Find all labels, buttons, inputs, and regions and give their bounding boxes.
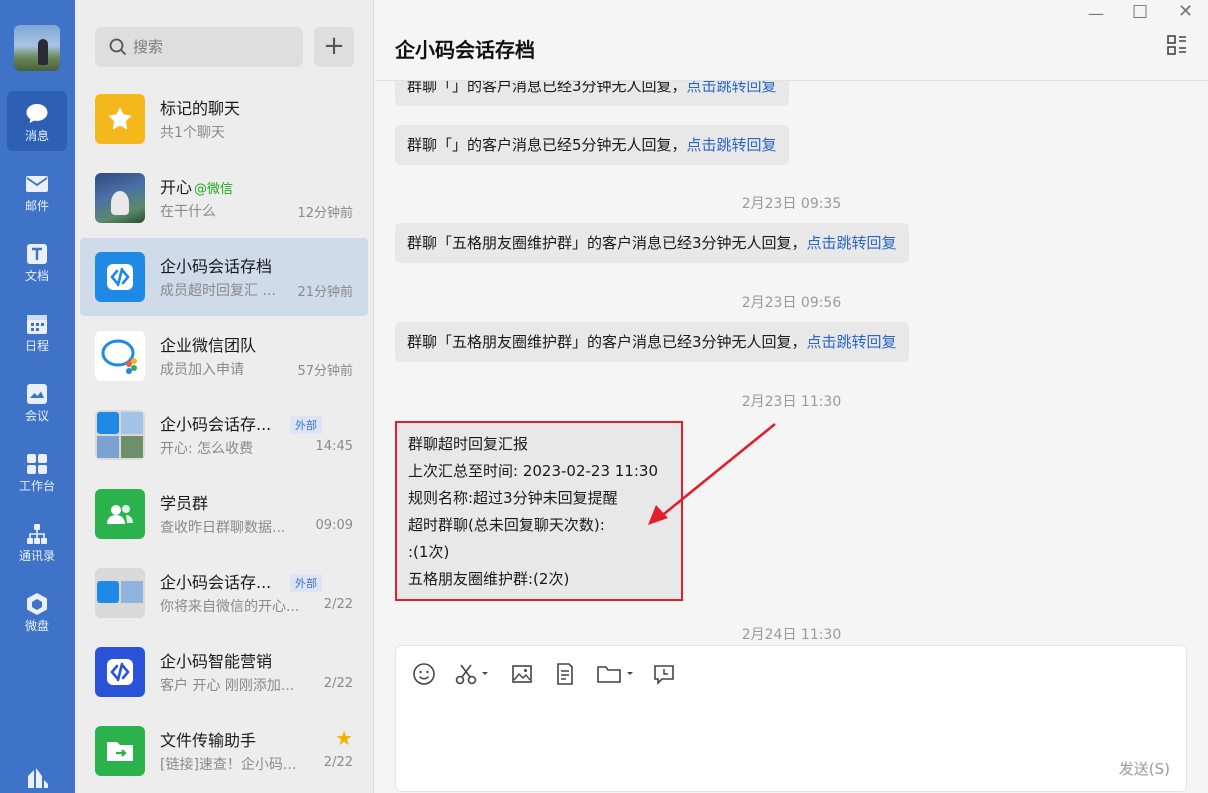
report-line: 群聊超时回复汇报 (408, 435, 529, 453)
nav-calendar[interactable]: 日程 (7, 301, 67, 361)
emoji-icon[interactable] (410, 660, 438, 688)
report-line: 规则名称:超过3分钟未回复提醒 (408, 489, 618, 507)
search-box[interactable] (95, 27, 303, 67)
people-icon (107, 505, 133, 524)
wecom-logo-icon (101, 339, 137, 374)
message-bubble: 群聊「」的客户消息已经3分钟无人回复，点击跳转回复 (395, 81, 789, 106)
report-line: :(1次) (408, 543, 450, 561)
calendar-icon (27, 315, 47, 334)
maximize-icon[interactable]: ☐ (1132, 2, 1148, 23)
external-tag: 外部 (290, 416, 322, 434)
star-icon: ★ (335, 726, 353, 750)
nav-meeting[interactable]: 会议 (7, 371, 67, 431)
bottom-chart-icon[interactable] (25, 764, 51, 790)
conversation-list: + 标记的聊天 共1个聊天 开心@微信 在干什么 12分钟前 企小码会话存档 成… (75, 0, 374, 793)
close-icon[interactable]: ✕ (1178, 1, 1193, 22)
avatar (95, 173, 145, 223)
list-item[interactable]: 学员群 查收昨日群聊数据... 09:09 (75, 475, 374, 553)
nav-docs[interactable]: 文档 (7, 231, 67, 291)
nav-workbench[interactable]: 工作台 (7, 441, 67, 501)
meeting-icon (27, 384, 47, 404)
search-input[interactable] (133, 27, 293, 67)
message-input-box[interactable]: 发送(S) (395, 645, 1187, 792)
jump-reply-link[interactable]: 点击跳转回复 (807, 234, 897, 252)
mail-icon (26, 176, 48, 192)
group-avatar (95, 568, 145, 618)
folder-arrow-icon (107, 742, 133, 761)
chat-panel: — ☐ ✕ 企小码会话存档 群聊「」的客户消息已经3分钟无人回复，点击跳转回复 … (375, 0, 1208, 793)
workbench-icon (27, 454, 47, 474)
message-bubble: 群聊「五格朋友圈维护群」的客户消息已经3分钟无人回复，点击跳转回复 (395, 223, 909, 263)
jump-reply-link[interactable]: 点击跳转回复 (687, 81, 777, 95)
list-item[interactable]: 企业微信团队 成员加入申请 57分钟前 (75, 317, 374, 395)
contact-name: 开心 (160, 178, 193, 197)
list-item[interactable]: 文件传输助手 ★ [链接]速查！企小码... 2/22 (75, 712, 374, 790)
app-window: 消息 邮件 文档 日程 会议 工作台 通讯录 微盘 搜索 + 标记的聊天 共1个… (0, 0, 1208, 793)
timestamp: 2月24日 11:30 (741, 627, 842, 643)
timestamp: 2月23日 09:56 (741, 295, 842, 311)
cloud-disk-icon (27, 593, 47, 615)
left-nav: 消息 邮件 文档 日程 会议 工作台 通讯录 微盘 (0, 0, 75, 793)
chat-history-icon[interactable] (650, 660, 678, 688)
group-avatar (95, 489, 145, 539)
screenshot-scissors-icon[interactable] (452, 660, 492, 688)
chat-title: 企小码会话存档 (395, 38, 535, 62)
contacts-icon (27, 524, 47, 544)
message-icon (26, 104, 48, 123)
list-item[interactable]: 企小码智能营销 客户 开心 刚刚添加... 2/22 (75, 633, 374, 711)
list-item-selected[interactable]: 企小码会话存档 成员超时回复汇 ... 21分钟前 (80, 238, 368, 316)
send-button[interactable]: 发送(S) (1119, 758, 1170, 779)
list-item[interactable]: 开心 @微信 在干什么 12分钟前 (75, 159, 374, 237)
file-icon[interactable] (551, 660, 579, 688)
report-line: 五格朋友圈维护群:(2次) (408, 570, 570, 588)
list-item[interactable]: 标记的聊天 共1个聊天 (75, 80, 374, 158)
message-area: 群聊「」的客户消息已经3分钟无人回复，点击跳转回复 群聊「」的客户消息已经5分钟… (375, 81, 1208, 644)
image-icon[interactable] (508, 660, 536, 688)
more-menu-icon[interactable] (1167, 35, 1187, 55)
group-avatar (95, 410, 145, 460)
code-avatar (95, 647, 145, 697)
message-bubble: 群聊「五格朋友圈维护群」的客户消息已经3分钟无人回复，点击跳转回复 (395, 322, 909, 362)
nav-contacts[interactable]: 通讯录 (7, 511, 67, 571)
timestamp: 2月23日 11:30 (741, 394, 842, 410)
report-line: 超时群聊(总未回复聊天次数): (408, 516, 605, 534)
nav-messages[interactable]: 消息 (7, 91, 67, 151)
jump-reply-link[interactable]: 点击跳转回复 (807, 333, 897, 351)
folder-icon[interactable] (594, 660, 638, 688)
message-bubble: 群聊「」的客户消息已经5分钟无人回复，点击跳转回复 (395, 125, 789, 165)
add-button[interactable]: + (314, 27, 354, 67)
wechat-tag: @微信 (194, 182, 234, 197)
file-transfer-avatar (95, 726, 145, 776)
report-message: 群聊超时回复汇报 上次汇总至时间: 2023-02-23 11:30 规则名称:… (395, 421, 683, 601)
code-icon (107, 659, 133, 685)
search-icon (109, 38, 127, 56)
star-icon (108, 107, 132, 130)
nav-mail[interactable]: 邮件 (7, 161, 67, 221)
minimize-icon[interactable]: — (1088, 4, 1104, 23)
avatar[interactable] (14, 25, 60, 71)
external-tag: 外部 (290, 574, 322, 592)
wecom-avatar (95, 331, 145, 381)
code-avatar (95, 252, 145, 302)
nav-cloud-disk[interactable]: 微盘 (7, 581, 67, 641)
list-item[interactable]: 企小码会话存... 外部 开心: 怎么收费 14:45 (75, 396, 374, 474)
star-avatar (95, 94, 145, 144)
report-line: 上次汇总至时间: 2023-02-23 11:30 (408, 462, 658, 480)
document-icon (27, 244, 47, 264)
jump-reply-link[interactable]: 点击跳转回复 (687, 136, 777, 154)
timestamp: 2月23日 09:35 (741, 196, 842, 212)
list-item[interactable]: 企小码会话存... 外部 你将来自微信的开心... 2/22 (75, 554, 374, 632)
code-icon (107, 264, 133, 290)
red-arrow-annotation (648, 422, 776, 525)
